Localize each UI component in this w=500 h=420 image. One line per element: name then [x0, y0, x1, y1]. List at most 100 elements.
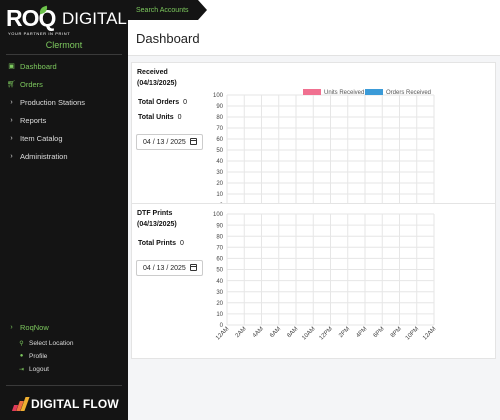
y-tick-label: 100	[213, 93, 224, 99]
x-tick-label: 6AM	[269, 326, 282, 339]
date-value: 04 / 13 / 2025	[143, 138, 186, 146]
x-tick-label: 6PM	[373, 326, 386, 339]
received-date-input[interactable]: 04 / 13 / 2025	[136, 134, 203, 150]
legend-label: Orders Received	[386, 90, 431, 96]
profile-link[interactable]: ● Profile	[18, 351, 48, 361]
sidebar-item-label: Production Stations	[20, 97, 86, 107]
x-tick-label: 8AM	[286, 326, 299, 339]
calendar-icon[interactable]	[190, 138, 197, 145]
dtf-prints-card: DTF Prints (04/13/2025) Total Prints 0 04…	[131, 203, 496, 359]
x-tick-label: 10PM	[405, 326, 420, 341]
total-units-stat: Total Units 0	[138, 114, 182, 121]
digital-flow-mark-icon	[11, 397, 30, 411]
legend-swatch	[303, 89, 321, 95]
search-accounts-button[interactable]: Search Accounts	[128, 0, 207, 20]
sub-item-label: Profile	[29, 352, 48, 360]
date-value: 04 / 13 / 2025	[143, 264, 186, 272]
logo-tagline: YOUR PARTNER IN PRINT	[8, 31, 71, 36]
legend-swatch	[365, 89, 383, 95]
main-content: Dashboard Received (04/13/2025) Total Or…	[128, 20, 500, 420]
y-tick-label: 70	[216, 126, 223, 132]
x-tick-label: 4AM	[252, 326, 265, 339]
location-icon: ⚲	[19, 340, 24, 347]
digital-flow-logo: DIGITAL FLOW	[11, 396, 119, 412]
brand-logo[interactable]: ROQ DIGITAL YOUR PARTNER IN PRINT	[6, 5, 127, 36]
total-orders-label: Total Orders	[138, 99, 180, 106]
top-bar: Search Accounts	[128, 0, 500, 20]
cart-icon: 🛒︎	[7, 81, 16, 88]
x-tick-label: 2AM	[235, 326, 248, 339]
y-tick-label: 90	[216, 104, 223, 110]
legend-label: Units Received	[324, 90, 364, 96]
sidebar-item-label: Reports	[20, 115, 47, 125]
total-units-label: Total Units	[138, 114, 174, 121]
chevron-right-icon: ›	[10, 116, 13, 124]
digital-flow-text: DIGITAL FLOW	[31, 397, 119, 411]
sub-item-label: Select Location	[29, 339, 74, 347]
sidebar-item-item-catalog[interactable]: › Item Catalog	[7, 132, 63, 144]
y-tick-label: 10	[216, 312, 223, 318]
x-tick-label: 12AM	[422, 326, 437, 341]
total-orders-stat: Total Orders 0	[138, 99, 187, 106]
y-tick-label: 20	[216, 181, 223, 187]
dtf-date-label: (04/13/2025)	[137, 221, 177, 228]
chevron-right-icon: ›	[10, 134, 13, 142]
chevron-right-icon: ›	[10, 152, 13, 160]
sidebar-item-reports[interactable]: › Reports	[7, 114, 46, 126]
logout-icon: ⇥	[18, 366, 25, 373]
account-menu-toggle[interactable]: › RoqNow	[7, 321, 49, 333]
sidebar-item-administration[interactable]: › Administration	[7, 150, 68, 162]
user-icon: ●	[19, 353, 24, 359]
sidebar-divider	[6, 54, 122, 55]
y-tick-label: 70	[216, 246, 223, 252]
received-card: Received (04/13/2025) Total Orders 0 Tota…	[131, 62, 496, 222]
y-tick-label: 30	[216, 170, 223, 176]
calendar-icon[interactable]	[190, 264, 197, 271]
y-tick-label: 10	[216, 192, 223, 198]
dtf-prints-chart: 010203040506070809010012AM 2AM 4AM 6AM 8AM 10…	[213, 212, 437, 341]
logout-link[interactable]: ⇥ Logout	[18, 364, 49, 374]
sidebar-item-production-stations[interactable]: › Production Stations	[7, 96, 85, 108]
received-date-label: (04/13/2025)	[137, 80, 177, 87]
y-tick-label: 60	[216, 137, 223, 143]
sidebar-item-label: Item Catalog	[20, 133, 63, 143]
sidebar: ROQ DIGITAL YOUR PARTNER IN PRINT Clermo…	[0, 0, 128, 420]
page-header: Dashboard	[128, 20, 500, 56]
current-location: Clermont	[45, 40, 83, 50]
x-tick-label: 4PM	[355, 326, 368, 339]
y-tick-label: 40	[216, 279, 223, 285]
total-orders-value: 0	[183, 99, 188, 106]
sidebar-item-label: Dashboard	[20, 61, 57, 71]
sidebar-item-label: Orders	[20, 79, 43, 89]
y-tick-label: 50	[216, 268, 223, 274]
received-chart: 010203040506070809010012AM2AM4AM6AM8AM10…	[213, 89, 437, 222]
sidebar-item-orders[interactable]: 🛒︎ Orders	[7, 78, 43, 90]
y-tick-label: 40	[216, 159, 223, 165]
sidebar-item-dashboard[interactable]: ▣ Dashboard	[7, 60, 57, 72]
sidebar-item-label: Administration	[20, 151, 68, 161]
x-tick-label: 2PM	[338, 326, 351, 339]
page-title: Dashboard	[136, 31, 200, 46]
x-tick-label: 12AM	[215, 326, 230, 341]
logo-roq-text: ROQ	[6, 5, 56, 31]
received-title: Received	[137, 69, 168, 76]
x-tick-label: 12PM	[319, 326, 334, 341]
sub-item-label: Logout	[29, 365, 49, 373]
y-tick-label: 20	[216, 301, 223, 307]
account-name: RoqNow	[20, 322, 49, 332]
chevron-right-icon: ›	[10, 98, 13, 106]
logo-digital-text: DIGITAL	[62, 9, 127, 28]
dtf-title: DTF Prints	[137, 210, 173, 217]
x-tick-label: 10AM	[301, 326, 316, 341]
y-tick-label: 60	[216, 257, 223, 263]
y-tick-label: 100	[213, 212, 224, 218]
sidebar-divider	[6, 385, 122, 386]
y-tick-label: 80	[216, 234, 223, 240]
total-prints-stat: Total Prints 0	[138, 240, 184, 247]
search-accounts-label: Search Accounts	[136, 6, 189, 14]
dtf-date-input[interactable]: 04 / 13 / 2025	[136, 260, 203, 276]
y-tick-label: 50	[216, 148, 223, 154]
select-location-link[interactable]: ⚲ Select Location	[18, 338, 73, 348]
y-tick-label: 30	[216, 290, 223, 296]
total-units-value: 0	[177, 114, 182, 121]
